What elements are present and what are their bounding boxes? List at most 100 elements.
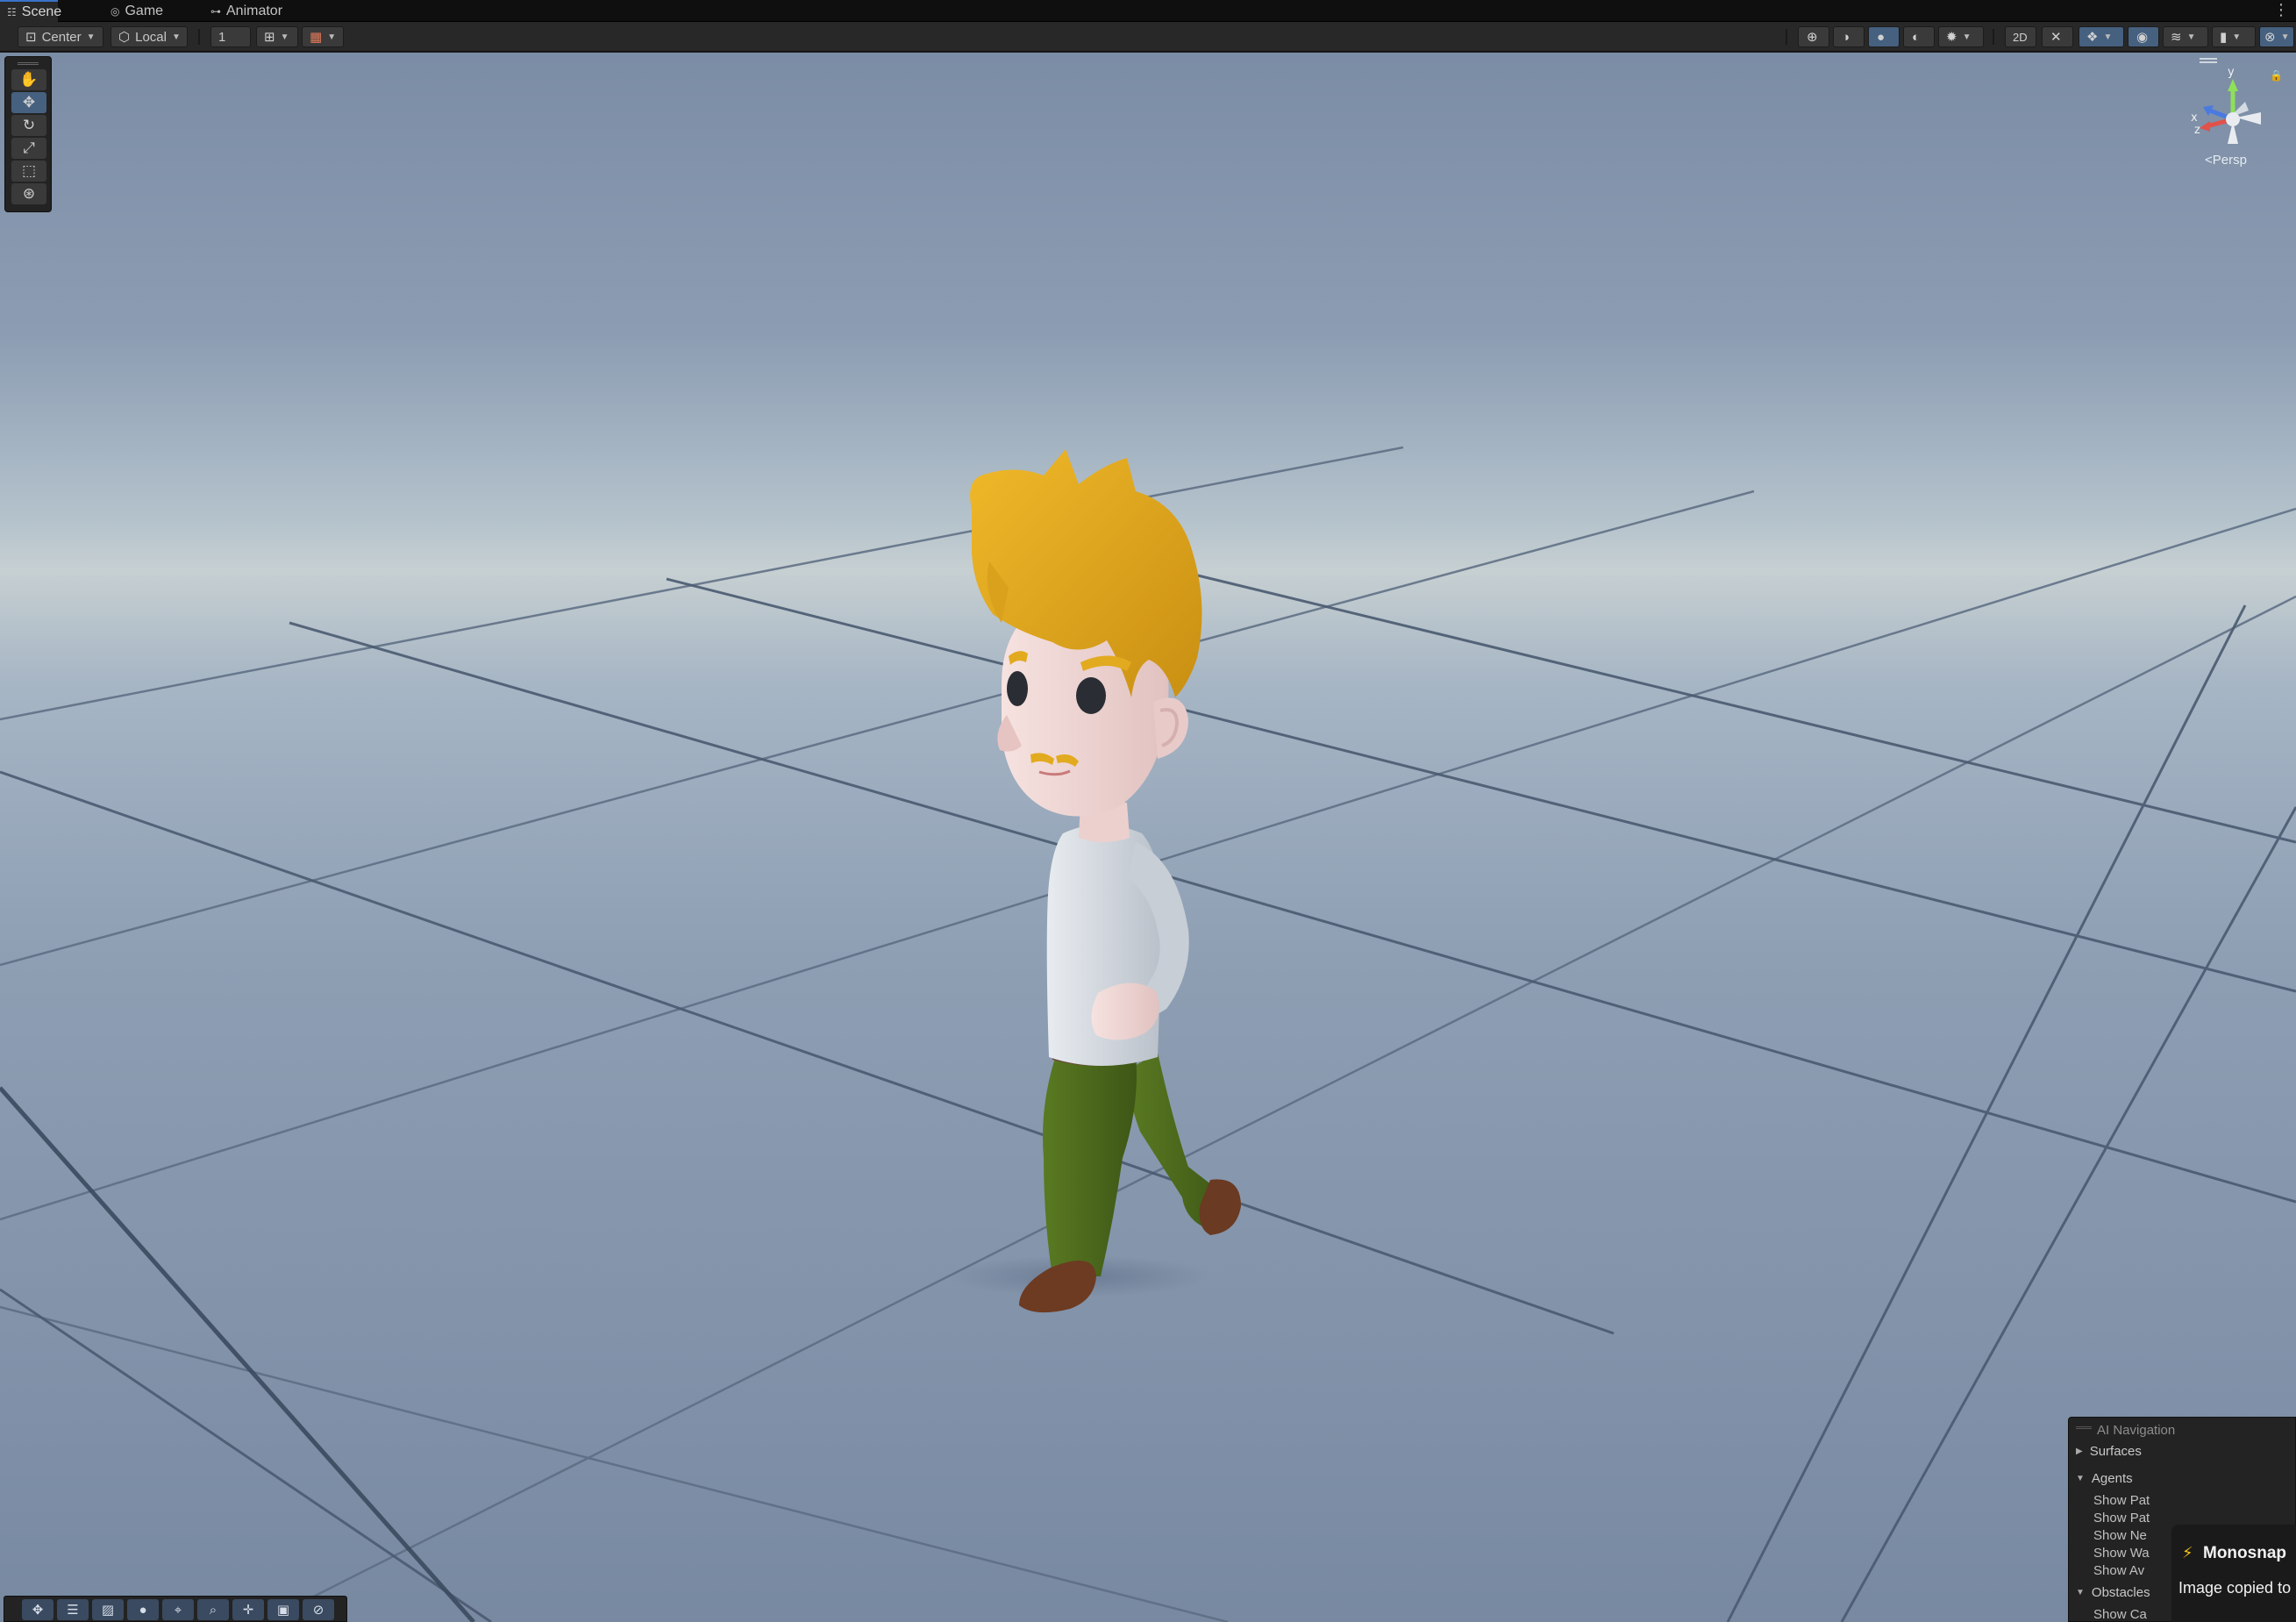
rotate-tool-button[interactable]: ↻ [11,115,46,136]
effects-layers-icon: ❖ [2086,30,2099,45]
tab-scene[interactable]: ☷ Scene [0,0,62,22]
character-model[interactable] [947,404,1316,1333]
pivot-rotation-dropdown[interactable]: ⬡ Local ▼ [111,26,188,47]
gizmo-z-label: z [2194,124,2200,137]
camera-settings-dropdown[interactable]: ▮ ▼ [2212,26,2256,47]
view-tool-button[interactable]: ✋ [11,69,46,90]
pivot-rotation-label: Local [135,29,167,45]
grid-snap-icon: ⊞ [264,30,275,45]
lock-icon: 🔒 [2270,69,2283,82]
drag-handle[interactable] [18,62,39,65]
move-arrows-icon: ✥ [22,94,36,111]
scale-tool-button[interactable]: ⤢ [11,138,46,159]
scene-grid-icon: ☷ [7,5,17,18]
gizmos-dropdown[interactable]: ⊗ ▼ [2259,26,2294,47]
unlit-draw-button[interactable]: ◐ [1903,26,1935,47]
chevron-down-icon: ▼ [327,32,337,42]
shaded-sphere-icon: ● [1877,29,1886,45]
rotate-icon: ↻ [22,117,36,133]
obstacles-label: Obstacles [2091,1585,2150,1600]
drag-handle[interactable] [2076,1426,2092,1429]
grid-toggle-icon: ▦ [310,30,323,45]
hand-icon: ✋ [19,71,39,88]
scene-viewport[interactable]: ✋ ✥ ↻ ⤢ ⬚ ⊛ 🔒 y x z <Persp ✥ ☰ ▨ ● ⌖ ⌕ ✛ [0,53,2296,1622]
agent-option[interactable]: Show Ne [2093,1528,2147,1543]
align-icon: ☰ [67,1603,79,1618]
scale-icon: ⤢ [23,139,35,156]
toolbar-divider [1786,29,1787,45]
cross-button[interactable]: ✛ [232,1599,264,1620]
chevron-down-icon: ▼ [2232,32,2242,42]
agents-label: Agents [2091,1471,2133,1486]
shaded-draw-button[interactable]: ● [1868,26,1900,47]
layers-dropdown[interactable]: ≋ ▼ [2163,26,2208,47]
editor-tab-bar: ☷ Scene ◎ Game ⊶ Animator ⋮ [0,0,2296,22]
toolbar-divider [198,29,200,45]
tab-game[interactable]: ◎ Game [103,0,170,22]
wireframe-sphere-icon: ⊕ [1807,30,1818,45]
grid-visibility-dropdown[interactable]: ▦ ▼ [302,26,344,47]
more-options-icon[interactable]: ⋮ [2273,0,2289,22]
agent-option[interactable]: Show Pat [2093,1493,2150,1508]
align-button[interactable]: ☰ [57,1599,89,1620]
gamepad-icon: ◎ [111,4,120,18]
agents-foldout[interactable]: ▼ Agents [2076,1471,2133,1486]
grid-size-value: 1 [218,29,226,45]
audio-toggle-button[interactable]: ✕ [2042,26,2073,47]
notification-message: Image copied to [2178,1579,2292,1597]
agent-option[interactable]: Show Av [2093,1563,2144,1578]
tab-animator[interactable]: ⊶ Animator [203,0,289,22]
chevron-right-icon: ▶ [2076,1447,2083,1456]
chevron-left-icon: < [2205,153,2213,168]
chevron-down-icon: ▼ [2076,1588,2085,1597]
unlit-sphere-icon: ◐ [1912,29,1921,45]
tab-scene-label: Scene [21,4,62,19]
animator-icon: ⊶ [210,4,221,18]
lighting-dropdown[interactable]: ✹ ▼ [1938,26,1984,47]
wireframe-draw-button[interactable]: ⊕ [1798,26,1829,47]
sphere-icon: ● [139,1602,147,1618]
obstacles-foldout[interactable]: ▼ Obstacles [2076,1585,2150,1600]
obstacle-option[interactable]: Show Ca [2093,1607,2147,1621]
projection-toggle[interactable]: <Persp [2205,153,2247,168]
chevron-down-icon: ▼ [2280,32,2290,42]
tools-overlay: ✋ ✥ ↻ ⤢ ⬚ ⊛ [4,56,52,212]
chevron-down-icon: ▼ [2186,32,2196,42]
toolbar-divider [1993,29,1994,45]
move-tool-button[interactable]: ✥ [11,92,46,113]
compass-button[interactable]: ⊘ [303,1599,334,1620]
ai-navigation-title: AI Navigation [2097,1423,2176,1438]
2d-mode-button[interactable]: 2D [2005,26,2036,47]
compass-icon: ⊘ [312,1603,324,1618]
camera-icon: ▮ [2220,30,2228,45]
shaded-wireframe-button[interactable]: ◑ [1833,26,1865,47]
move-snap-button[interactable]: ✥ [22,1599,53,1620]
grid-snap-button[interactable]: ▨ [92,1599,124,1620]
agent-option[interactable]: Show Wa [2093,1546,2150,1561]
scene-toolbar: ⊡ Center ▼ ⬡ Local ▼ 1 ⊞ ▼ ▦ ▼ ⊕ ◑ ● ◐ ✹… [0,22,2296,52]
search-button[interactable]: ⌕ [197,1599,229,1620]
cube-icon: ⬡ [118,30,131,45]
agent-option[interactable]: Show Pat [2093,1511,2150,1526]
projection-label: Persp [2212,153,2247,168]
surfaces-label: Surfaces [2089,1444,2142,1459]
chevron-down-icon: ▼ [2076,1474,2085,1483]
chevron-down-icon: ▼ [171,32,181,42]
shaded-wireframe-icon: ◑ [1842,29,1850,45]
grid-size-field[interactable]: 1 [210,26,251,47]
sphere-button[interactable]: ● [127,1599,159,1620]
snap-increment-dropdown[interactable]: ⊞ ▼ [256,26,298,47]
surfaces-foldout[interactable]: ▶ Surfaces [2076,1444,2142,1459]
rect-tool-button[interactable]: ⬚ [11,161,46,182]
pivot-mode-dropdown[interactable]: ⊡ Center ▼ [18,26,103,47]
navmesh-button[interactable]: ⌖ [162,1599,194,1620]
eye-icon: ◉ [2136,30,2149,45]
crosshair-icon: ✛ [242,1603,254,1618]
mute-speaker-icon: ✕ [2050,30,2062,45]
pivot-mode-label: Center [41,29,82,45]
scene-visibility-button[interactable]: ◉ [2128,26,2159,47]
camera-view-button[interactable]: ▣ [267,1599,299,1620]
effects-dropdown[interactable]: ❖ ▼ [2079,26,2124,47]
transform-tool-button[interactable]: ⊛ [11,183,46,204]
monosnap-notification[interactable]: ⚡ Monosnap Image copied to [2171,1525,2296,1622]
